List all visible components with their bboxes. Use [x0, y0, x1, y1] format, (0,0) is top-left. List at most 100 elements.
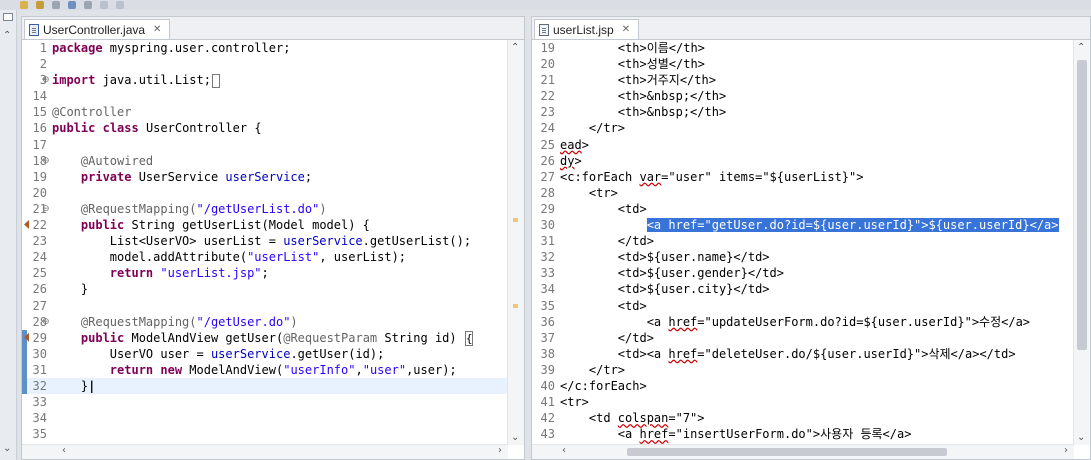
code-line[interactable]: 24 </tr>	[532, 120, 1074, 136]
code-line[interactable]: 19 private UserService userService;	[22, 169, 508, 185]
warning-underlined-text: ead	[560, 137, 582, 152]
code-line[interactable]: 32 <td>${user.name}</td>	[532, 249, 1074, 265]
search-icon[interactable]	[100, 1, 108, 9]
line-number: 37	[540, 330, 555, 345]
scroll-up-icon[interactable]: ⌃	[3, 30, 11, 41]
code-line[interactable]: 43 <a href="insertUserForm.do">사용자 등록</a…	[532, 426, 1074, 442]
close-tab-icon[interactable]: ✕	[153, 24, 161, 35]
code-line[interactable]: 31 </td>	[532, 233, 1074, 249]
code-line[interactable]: 19 <th>이름</th>	[532, 40, 1074, 56]
open-folder-icon[interactable]	[36, 1, 44, 9]
code-line[interactable]: 37 </td>	[532, 330, 1074, 346]
code-line[interactable]: 26 dy>	[532, 153, 1074, 169]
keyword-token: package	[52, 41, 103, 55]
code-line[interactable]: 24 model.addAttribute("userList", userLi…	[22, 249, 508, 265]
scroll-left-icon[interactable]: ‹	[62, 445, 66, 456]
java-code-editor[interactable]: 1 package myspring.user.controller; 2 3 ⊕ imp…	[22, 40, 524, 459]
code-line[interactable]: 1 package myspring.user.controller;	[22, 40, 508, 56]
horizontal-scrollbar[interactable]: ‹ ›	[22, 444, 508, 459]
expand-fold-icon[interactable]: ⊕	[42, 72, 50, 88]
code-line[interactable]: 30 <a href="getUser.do?id=${user.userId}…	[532, 217, 1074, 233]
scroll-down-icon[interactable]: ⌄	[3, 443, 11, 454]
line-number: 43	[540, 427, 555, 442]
overview-marker[interactable]	[513, 218, 518, 222]
code-line[interactable]: 41 <tr>	[532, 394, 1074, 410]
code-line[interactable]: 42 <td colspan="7">	[532, 410, 1074, 426]
overview-marker[interactable]	[513, 304, 518, 308]
run-icon[interactable]	[68, 1, 76, 9]
scroll-right-icon[interactable]: ›	[1064, 445, 1068, 456]
collapse-fold-icon[interactable]: ⊖	[42, 153, 50, 169]
code-line[interactable]: 31 return new ModelAndView("userInfo","u…	[22, 361, 508, 378]
code-line[interactable]: 39 </tr>	[532, 362, 1074, 378]
code-line[interactable]: 3⊕import java.util.List;□	[22, 72, 508, 88]
code-line[interactable]: 33 <td>${user.gender}</td>	[532, 265, 1074, 281]
code-line[interactable]: 23 <th>&nbsp;</th>	[532, 104, 1074, 120]
code-line[interactable]: 35 <td>	[532, 298, 1074, 314]
code-line[interactable]: 33	[22, 394, 508, 410]
code-area[interactable]: 1 package myspring.user.controller; 2 3 ⊕ imp…	[22, 40, 508, 445]
code-text: <c:forEach	[560, 169, 640, 184]
code-line[interactable]: 25 ead>	[532, 137, 1074, 153]
code-line[interactable]: 32 }|	[22, 377, 508, 395]
annotation-token: @Controller	[52, 105, 132, 120]
line-number: 23	[32, 234, 47, 249]
code-line[interactable]: 29 public ModelAndView getUser(@RequestP…	[22, 329, 508, 346]
code-line[interactable]: 40 </c:forEach>	[532, 378, 1074, 394]
tab-userlist-jsp[interactable]: userList.jsp ✕	[534, 19, 640, 39]
close-tab-icon[interactable]: ✕	[622, 24, 630, 35]
code-line[interactable]: 34 <td>${user.city}</td>	[532, 281, 1074, 297]
vertical-scrollbar[interactable]: ⌃ ⌄	[507, 40, 524, 445]
vertical-scrollbar[interactable]: ⌃ ⌄	[1073, 40, 1090, 445]
keyword-token: new	[160, 362, 183, 377]
warning-underlined-text: var	[639, 169, 662, 184]
code-line[interactable]: 26 }	[22, 281, 508, 297]
code-line[interactable]: 34	[22, 410, 508, 426]
scroll-left-icon[interactable]: ‹	[562, 445, 566, 456]
code-line[interactable]: 38 <td><a href="deleteUser.do/${user.use…	[532, 346, 1074, 362]
scroll-down-icon[interactable]: ⌄	[1077, 432, 1085, 443]
code-line[interactable]: 18 ⊖ @Autowired	[22, 153, 508, 169]
debug-icon[interactable]	[84, 1, 92, 9]
code-line[interactable]: 21 <th>거주지</th>	[532, 72, 1074, 88]
annotation-token: @Autowired	[80, 153, 154, 168]
code-line[interactable]: 21 ⊖ @RequestMapping("/getUserList.do")	[22, 201, 508, 217]
scroll-thumb[interactable]	[1077, 60, 1087, 350]
code-line[interactable]: 28 ⊖ @RequestMapping("/getUser.do")	[22, 314, 508, 330]
code-line[interactable]: 36 <a href="updateUserForm.do?id=${user.…	[532, 314, 1074, 330]
code-line[interactable]: 20 <th>성별</th>	[532, 56, 1074, 72]
collapse-fold-icon[interactable]: ⊖	[42, 201, 50, 217]
scroll-up-icon[interactable]: ⌃	[1077, 42, 1085, 53]
new-icon[interactable]	[20, 1, 28, 9]
code-line[interactable]: 16 public class UserController {	[22, 120, 508, 136]
horizontal-scrollbar[interactable]: ‹ ›	[532, 444, 1074, 459]
code-area[interactable]: 19 <th>이름</th> 20 <th>성별</th> 21 <th>거주지</…	[532, 40, 1074, 445]
code-text: }	[52, 282, 89, 297]
code-line[interactable]: 23 List<UserVO> userList = userService.g…	[22, 233, 508, 249]
code-line[interactable]: 2	[22, 56, 508, 72]
tab-usercontroller-java[interactable]: UserController.java ✕	[24, 19, 171, 39]
code-line[interactable]: 22 public String getUserList(Model model…	[22, 217, 508, 233]
code-line[interactable]: 28 <tr>	[532, 185, 1074, 201]
code-line[interactable]: 15 @Controller	[22, 104, 508, 120]
code-line[interactable]: 14	[22, 88, 508, 104]
code-line[interactable]: 27	[22, 298, 508, 314]
code-line[interactable]: 20	[22, 185, 508, 201]
restore-view-icon[interactable]	[3, 13, 13, 21]
code-line[interactable]: 22 <th>&nbsp;</th>	[532, 88, 1074, 104]
scroll-up-icon[interactable]: ⌃	[511, 42, 519, 53]
code-line[interactable]: 25 return "userList.jsp";	[22, 265, 508, 281]
jsp-code-editor[interactable]: 19 <th>이름</th> 20 <th>성별</th> 21 <th>거주지</…	[532, 40, 1090, 459]
code-line[interactable]: 35	[22, 426, 508, 442]
scroll-down-icon[interactable]: ⌄	[511, 432, 519, 443]
code-text: ="7">	[668, 411, 705, 426]
code-line[interactable]: 17	[22, 137, 508, 153]
code-line[interactable]: 30 UserVO user = userService.getUser(id)…	[22, 345, 508, 362]
save-icon[interactable]	[52, 1, 60, 9]
collapse-fold-icon[interactable]: ⊖	[42, 314, 50, 330]
code-line[interactable]: 27 <c:forEach var="user" items="${userLis…	[532, 169, 1074, 185]
scroll-right-icon[interactable]: ›	[498, 445, 502, 456]
scroll-thumb[interactable]	[627, 448, 947, 456]
code-line[interactable]: 29 <td>	[532, 201, 1074, 217]
navigate-icon[interactable]	[116, 1, 124, 9]
